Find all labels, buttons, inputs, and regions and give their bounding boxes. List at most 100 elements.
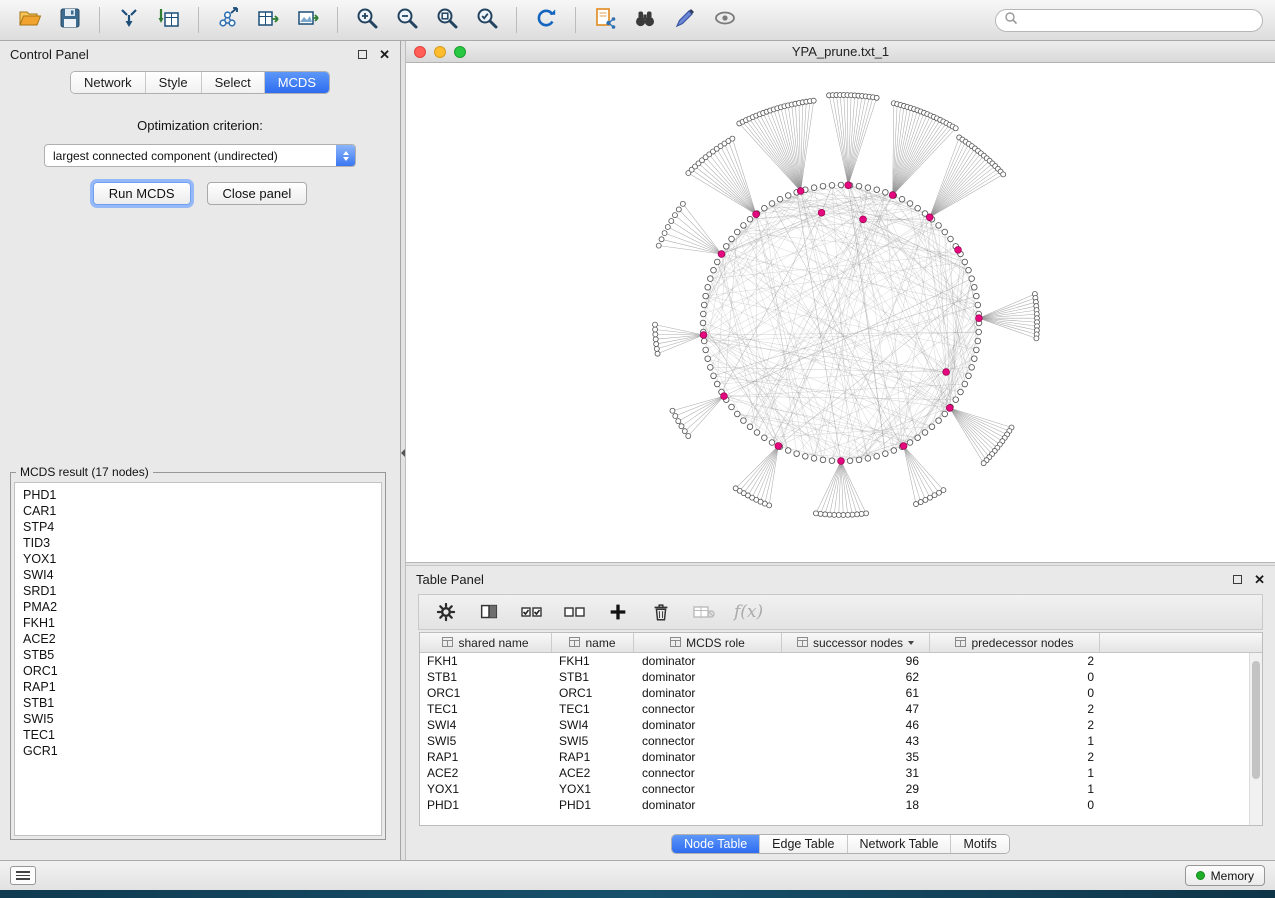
mcds-result-item[interactable]: FKH1 — [23, 615, 373, 631]
trash-icon — [650, 601, 672, 623]
export-table-button[interactable] — [250, 4, 286, 36]
add-column-button[interactable] — [605, 599, 631, 625]
mcds-result-item[interactable]: RAP1 — [23, 679, 373, 695]
open-file-button[interactable] — [12, 4, 48, 36]
mcds-result-item[interactable]: SWI5 — [23, 711, 373, 727]
unchecked-boxes-icon — [563, 601, 587, 623]
share-network-button[interactable] — [587, 4, 623, 36]
table-row[interactable]: SWI5SWI5connector431 — [420, 733, 1249, 749]
close-panel-button[interactable]: Close panel — [207, 182, 308, 205]
disabled-table-icon — [692, 601, 716, 623]
table-row[interactable]: YOX1YOX1connector291 — [420, 781, 1249, 797]
show-graphics-button[interactable] — [707, 4, 743, 36]
float-panel-icon[interactable] — [358, 50, 367, 59]
mcds-result-item[interactable]: PHD1 — [23, 487, 373, 503]
memory-status-icon — [1196, 871, 1205, 880]
network-titlebar: YPA_prune.txt_1 — [406, 41, 1275, 63]
mcds-result-item[interactable]: ORC1 — [23, 663, 373, 679]
open-folder-icon — [17, 6, 43, 35]
column-header-filler — [1100, 633, 1262, 652]
tab-node-table[interactable]: Node Table — [672, 835, 760, 853]
status-bar: Memory — [0, 860, 1275, 890]
column-header-shared-name[interactable]: shared name — [420, 633, 552, 652]
network-window-title: YPA_prune.txt_1 — [406, 44, 1275, 59]
deselect-all-button[interactable] — [562, 599, 588, 625]
table-scrollbar[interactable] — [1249, 653, 1262, 825]
refresh-button[interactable] — [528, 4, 564, 36]
task-history-button[interactable] — [10, 866, 36, 885]
function-builder-button[interactable]: f(x) — [734, 602, 763, 622]
eye-icon — [713, 6, 737, 35]
tab-network-table[interactable]: Network Table — [848, 835, 952, 853]
apply-style-button[interactable] — [667, 4, 703, 36]
mcds-result-item[interactable]: STP4 — [23, 519, 373, 535]
mcds-result-item[interactable]: TEC1 — [23, 727, 373, 743]
mcds-result-item[interactable]: PMA2 — [23, 599, 373, 615]
zoom-out-button[interactable] — [389, 4, 425, 36]
mcds-result-item[interactable]: GCR1 — [23, 743, 373, 759]
tab-motifs[interactable]: Motifs — [951, 835, 1008, 853]
table-toolbar: f(x) — [418, 594, 1263, 630]
table-row[interactable]: FKH1FKH1dominator962 — [420, 653, 1249, 669]
delete-column-button[interactable] — [648, 599, 674, 625]
collapse-left-icon[interactable] — [401, 449, 405, 457]
table-row[interactable]: RAP1RAP1dominator352 — [420, 749, 1249, 765]
mcds-result-item[interactable]: SWI4 — [23, 567, 373, 583]
hamburger-icon — [16, 871, 30, 873]
columns-icon — [478, 601, 500, 623]
tab-select[interactable]: Select — [202, 72, 265, 93]
search-input[interactable] — [1023, 12, 1254, 28]
table-row[interactable]: TEC1TEC1connector472 — [420, 701, 1249, 717]
mcds-result-item[interactable]: YOX1 — [23, 551, 373, 567]
column-header-name[interactable]: name — [552, 633, 634, 652]
table-panel-header: Table Panel ✕ — [406, 566, 1275, 592]
select-all-button[interactable] — [519, 599, 545, 625]
table-row[interactable]: ACE2ACE2connector311 — [420, 765, 1249, 781]
column-header-MCDS-role[interactable]: MCDS role — [634, 633, 782, 652]
network-window: YPA_prune.txt_1 — [406, 41, 1275, 562]
zoom-out-icon — [395, 6, 419, 35]
table-row[interactable]: STB1STB1dominator620 — [420, 669, 1249, 685]
close-panel-icon[interactable]: ✕ — [379, 48, 390, 61]
run-mcds-button[interactable]: Run MCDS — [93, 182, 191, 205]
network-canvas[interactable] — [406, 63, 1275, 562]
table-row[interactable]: PHD1PHD1dominator180 — [420, 797, 1249, 813]
table-row[interactable]: SWI4SWI4dominator462 — [420, 717, 1249, 733]
node-table-header: shared namenameMCDS rolesuccessor nodesp… — [420, 633, 1262, 653]
table-settings-button[interactable] — [433, 599, 459, 625]
zoom-selected-button[interactable] — [469, 4, 505, 36]
column-header-successor-nodes[interactable]: successor nodes — [782, 633, 930, 652]
mcds-result-item[interactable]: STB5 — [23, 647, 373, 663]
memory-button[interactable]: Memory — [1185, 865, 1265, 886]
mcds-result-item[interactable]: TID3 — [23, 535, 373, 551]
table-scrollbar-thumb[interactable] — [1252, 661, 1260, 779]
export-image-button[interactable] — [290, 4, 326, 36]
mcds-result-item[interactable]: ACE2 — [23, 631, 373, 647]
zoom-fit-button[interactable] — [429, 4, 465, 36]
table-panel-tabs: Node TableEdge TableNetwork TableMotifs — [671, 834, 1010, 854]
float-table-panel-icon[interactable] — [1233, 575, 1242, 584]
close-table-panel-icon[interactable]: ✕ — [1254, 573, 1265, 586]
tab-mcds[interactable]: MCDS — [265, 72, 329, 93]
mcds-result-item[interactable]: STB1 — [23, 695, 373, 711]
mcds-result-item[interactable]: CAR1 — [23, 503, 373, 519]
tab-network[interactable]: Network — [71, 72, 146, 93]
export-network-icon — [216, 6, 240, 35]
tab-style[interactable]: Style — [146, 72, 202, 93]
control-panel-header: Control Panel ✕ — [0, 41, 400, 67]
tab-edge-table[interactable]: Edge Table — [760, 835, 847, 853]
save-button[interactable] — [52, 4, 88, 36]
refresh-icon — [534, 6, 558, 35]
control-panel: Control Panel ✕ NetworkStyleSelectMCDS O… — [0, 41, 401, 860]
column-header-predecessor-nodes[interactable]: predecessor nodes — [930, 633, 1100, 652]
export-network-button[interactable] — [210, 4, 246, 36]
import-table-button[interactable] — [151, 4, 187, 36]
criterion-dropdown[interactable]: largest connected component (undirected) — [44, 144, 356, 167]
search-objects-button[interactable] — [627, 4, 663, 36]
show-columns-button[interactable] — [476, 599, 502, 625]
table-row[interactable]: ORC1ORC1dominator610 — [420, 685, 1249, 701]
mcds-result-item[interactable]: SRD1 — [23, 583, 373, 599]
zoom-in-button[interactable] — [349, 4, 385, 36]
binoculars-icon — [633, 6, 657, 35]
import-network-button[interactable] — [111, 4, 147, 36]
